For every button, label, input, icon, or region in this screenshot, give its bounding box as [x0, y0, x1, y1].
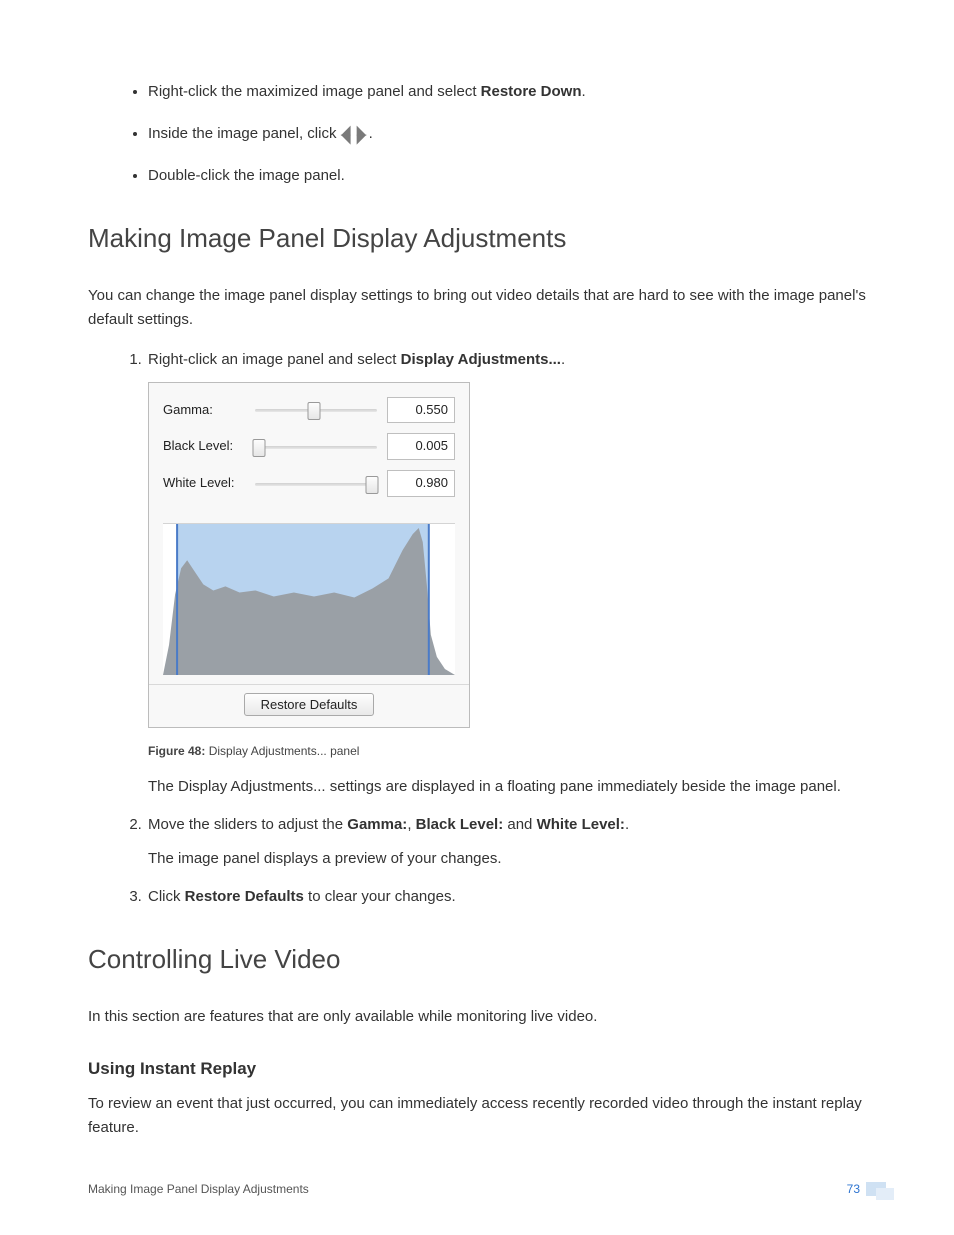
- white-level-slider[interactable]: [255, 475, 377, 493]
- step1-explain: The Display Adjustments... settings are …: [148, 775, 866, 799]
- text: .: [369, 125, 373, 142]
- step-3: Click Restore Defaults to clear your cha…: [146, 885, 866, 909]
- footer-section-title: Making Image Panel Display Adjustments: [88, 1180, 309, 1199]
- minimize-panel-icon: ◢◣◥◤: [341, 125, 369, 143]
- text: to clear your changes.: [304, 888, 456, 905]
- heading-instant-replay: Using Instant Replay: [88, 1055, 866, 1082]
- restore-down-label: Restore Down: [481, 83, 582, 100]
- black-level-bold: Black Level:: [416, 816, 504, 833]
- instant-replay-body: To review an event that just occurred, y…: [88, 1092, 866, 1140]
- histogram: [163, 523, 455, 674]
- black-level-thumb[interactable]: [252, 439, 265, 457]
- page-footer: Making Image Panel Display Adjustments 7…: [88, 1180, 866, 1199]
- top-bullet-list: Right-click the maximized image panel an…: [88, 80, 866, 188]
- histogram-svg: [163, 524, 455, 675]
- black-level-label: Black Level:: [163, 436, 255, 457]
- text: Double-click the image panel.: [148, 167, 345, 184]
- gamma-row: Gamma: 0.550: [163, 397, 455, 424]
- slider-track: [255, 483, 377, 486]
- text: Right-click the maximized image panel an…: [148, 83, 481, 100]
- text: .: [625, 816, 629, 833]
- black-level-row: Black Level: 0.005: [163, 433, 455, 460]
- step2-explain: The image panel displays a preview of yo…: [148, 847, 866, 871]
- black-level-value[interactable]: 0.005: [387, 433, 455, 460]
- gamma-slider[interactable]: [255, 401, 377, 419]
- bullet-click-minimize-icon: Inside the image panel, click ◢◣◥◤.: [148, 122, 866, 146]
- steps-list: Right-click an image panel and select Di…: [88, 348, 866, 910]
- slider-section: Gamma: 0.550 Black Level: 0.0: [149, 383, 469, 517]
- text: Move the sliders to adjust the: [148, 816, 347, 833]
- bullet-double-click: Double-click the image panel.: [148, 164, 866, 188]
- text: .: [582, 83, 586, 100]
- white-level-row: White Level: 0.980: [163, 470, 455, 497]
- panel-footer: Restore Defaults: [149, 684, 469, 727]
- restore-defaults-button[interactable]: Restore Defaults: [244, 693, 375, 716]
- footer-right: 73: [847, 1180, 866, 1199]
- step-1: Right-click an image panel and select Di…: [146, 348, 866, 800]
- intro-paragraph: You can change the image panel display s…: [88, 284, 866, 332]
- white-level-label: White Level:: [163, 473, 255, 494]
- display-adjustments-panel: Gamma: 0.550 Black Level: 0.0: [148, 382, 470, 728]
- menu-item-label: Display Adjustments...: [401, 351, 561, 368]
- text: and: [503, 816, 536, 833]
- figure-number: Figure 48:: [148, 744, 205, 758]
- heading-controlling-live-video: Controlling Live Video: [88, 939, 866, 981]
- text: .: [561, 351, 565, 368]
- figure-text: Display Adjustments... panel: [205, 744, 359, 758]
- text: Inside the image panel, click: [148, 125, 341, 142]
- bullet-restore-down: Right-click the maximized image panel an…: [148, 80, 866, 104]
- page-number: 73: [847, 1182, 860, 1196]
- figure-caption: Figure 48: Display Adjustments... panel: [148, 742, 866, 761]
- gamma-bold: Gamma:: [347, 816, 407, 833]
- text: ,: [407, 816, 415, 833]
- slider-track: [255, 446, 377, 449]
- live-video-intro: In this section are features that are on…: [88, 1005, 866, 1029]
- white-level-value[interactable]: 0.980: [387, 470, 455, 497]
- white-level-thumb[interactable]: [366, 476, 379, 494]
- gamma-value[interactable]: 0.550: [387, 397, 455, 424]
- heading-display-adjustments: Making Image Panel Display Adjustments: [88, 218, 866, 260]
- white-level-bold: White Level:: [537, 816, 625, 833]
- text: Click: [148, 888, 185, 905]
- black-level-slider[interactable]: [255, 438, 377, 456]
- document-page: Right-click the maximized image panel an…: [0, 0, 954, 1235]
- gamma-thumb[interactable]: [307, 402, 320, 420]
- restore-defaults-bold: Restore Defaults: [185, 888, 304, 905]
- gamma-label: Gamma:: [163, 400, 255, 421]
- text: Right-click an image panel and select: [148, 351, 401, 368]
- step-2: Move the sliders to adjust the Gamma:, B…: [146, 813, 866, 871]
